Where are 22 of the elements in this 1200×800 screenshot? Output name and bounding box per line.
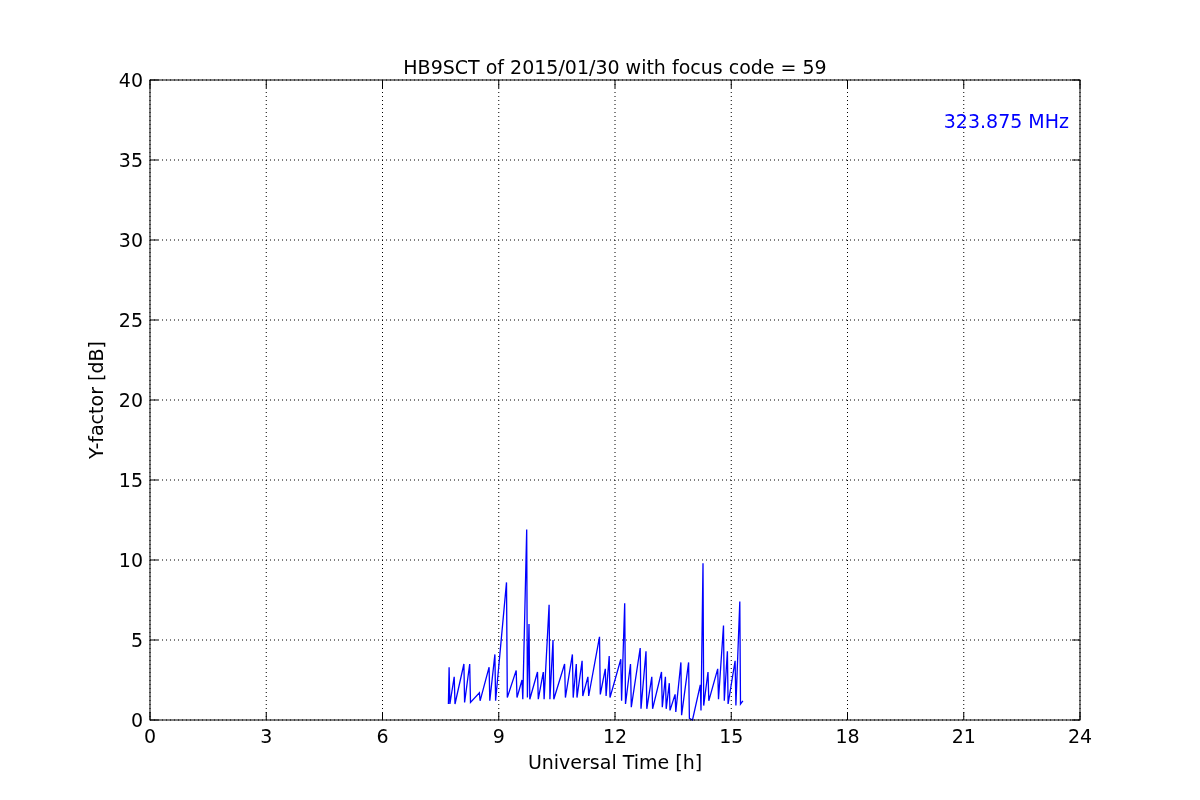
y-tick-label: 40 [118, 69, 143, 91]
y-tick-label: 10 [118, 549, 143, 571]
x-tick-label: 6 [376, 725, 389, 747]
y-tick-label: 25 [118, 309, 143, 331]
y-tick-label: 20 [118, 389, 143, 411]
x-tick-label: 3 [260, 725, 273, 747]
x-axis-label: Universal Time [h] [527, 751, 703, 773]
x-tick-label: 12 [602, 725, 628, 747]
chart-title: HB9SCT of 2015/01/30 with focus code = 59 [403, 56, 827, 78]
x-tick-label: 24 [1067, 725, 1093, 747]
x-tick-label: 21 [951, 725, 976, 747]
series-label: 323.875 MHz [943, 110, 1069, 132]
y-tick-label: 30 [118, 229, 143, 251]
y-tick-label: 5 [130, 629, 143, 651]
y-axis-label: Y-factor [dB] [85, 341, 107, 459]
x-tick-label: 15 [719, 725, 744, 747]
x-tick-label: 18 [835, 725, 860, 747]
x-tick-label: 0 [143, 725, 157, 747]
y-tick-label: 15 [118, 469, 143, 491]
y-tick-label: 35 [118, 149, 143, 171]
x-tick-label: 9 [492, 725, 505, 747]
y-tick-label: 0 [130, 709, 143, 731]
